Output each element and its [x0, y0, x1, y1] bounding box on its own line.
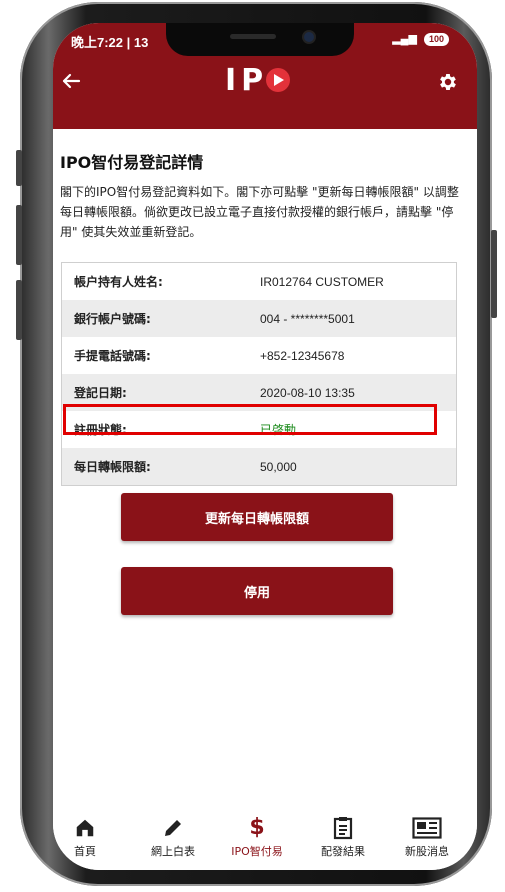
status-indicators: ▂▄▆ 100	[392, 32, 449, 46]
mute-switch	[16, 150, 22, 186]
signal-icon: ▂▄▆	[392, 33, 417, 45]
tab-new-ipo-news[interactable]: 新股消息	[385, 815, 469, 865]
newspaper-icon	[412, 817, 442, 839]
status-time: 晚上7:22 | 13	[71, 35, 149, 50]
battery-icon: 100	[423, 32, 449, 46]
back-arrow-icon[interactable]	[59, 69, 83, 93]
tab-online-form[interactable]: 網上白表	[131, 815, 215, 865]
detail-row-account-holder: 帳户持有人姓名: IR012764 CUSTOMER	[62, 263, 456, 300]
registration-details-table: 帳户持有人姓名: IR012764 CUSTOMER 銀行帳户號碼: 004 -…	[61, 262, 457, 486]
ipo-logo: IP	[225, 63, 291, 98]
tab-allotment-results[interactable]: 配發結果	[301, 815, 385, 865]
detail-value: 004 - ********5001	[260, 311, 355, 326]
detail-label: 銀行帳户號碼:	[74, 312, 151, 326]
logo-play-icon	[266, 68, 291, 92]
front-camera	[304, 32, 314, 42]
tab-home[interactable]: 首頁	[53, 815, 127, 865]
detail-row-daily-limit: 每日轉帳限額: 50,000	[62, 448, 456, 485]
home-icon	[76, 819, 94, 837]
tab-label: 配發結果	[321, 845, 365, 858]
volume-down-button	[16, 280, 22, 340]
detail-value: +852-12345678	[260, 348, 345, 363]
dollar-icon: $	[249, 815, 265, 840]
detail-row-account-number: 銀行帳户號碼: 004 - ********5001	[62, 300, 456, 337]
speaker-grille	[230, 34, 276, 39]
detail-value: IR012764 CUSTOMER	[260, 274, 384, 289]
tab-label: 新股消息	[405, 845, 449, 858]
logo-text: IP	[225, 63, 269, 98]
page-title: IPO智付易登記詳情	[60, 153, 204, 172]
detail-label: 登記日期:	[74, 386, 127, 400]
volume-up-button	[16, 205, 22, 265]
detail-label: 每日轉帳限額:	[74, 460, 151, 474]
power-button	[491, 230, 497, 318]
detail-value: 2020-08-10 13:35	[260, 385, 355, 400]
page-description: 閣下的IPO智付易登記資料如下。閣下亦可點擊 "更新每日轉帳限額" 以調整每日轉…	[60, 185, 459, 239]
pencil-icon	[165, 820, 181, 836]
bottom-tab-bar: 首頁 網上白表 $ IPO智付易 配發結果 新股消息	[53, 813, 477, 870]
gear-icon[interactable]	[437, 71, 459, 93]
update-daily-limit-button[interactable]: 更新每日轉帳限額	[121, 493, 393, 541]
phone-notch	[166, 23, 354, 56]
tab-label: 網上白表	[151, 845, 195, 858]
tab-label: IPO智付易	[231, 845, 283, 858]
detail-label: 手提電話號碼:	[74, 349, 151, 363]
status-highlight-box	[63, 404, 437, 435]
tab-label: 首頁	[74, 845, 96, 858]
detail-value: 50,000	[260, 459, 297, 474]
deactivate-button[interactable]: 停用	[121, 567, 393, 615]
detail-row-mobile: 手提電話號碼: +852-12345678	[62, 337, 456, 374]
app-screen: 晚上7:22 | 13 ▂▄▆ 100 IP IPO智付易登記詳情 閣下的IPO…	[53, 23, 477, 870]
detail-label: 帳户持有人姓名:	[74, 275, 163, 289]
clipboard-icon	[333, 817, 353, 840]
tab-ipo-payment[interactable]: $ IPO智付易	[215, 815, 299, 865]
